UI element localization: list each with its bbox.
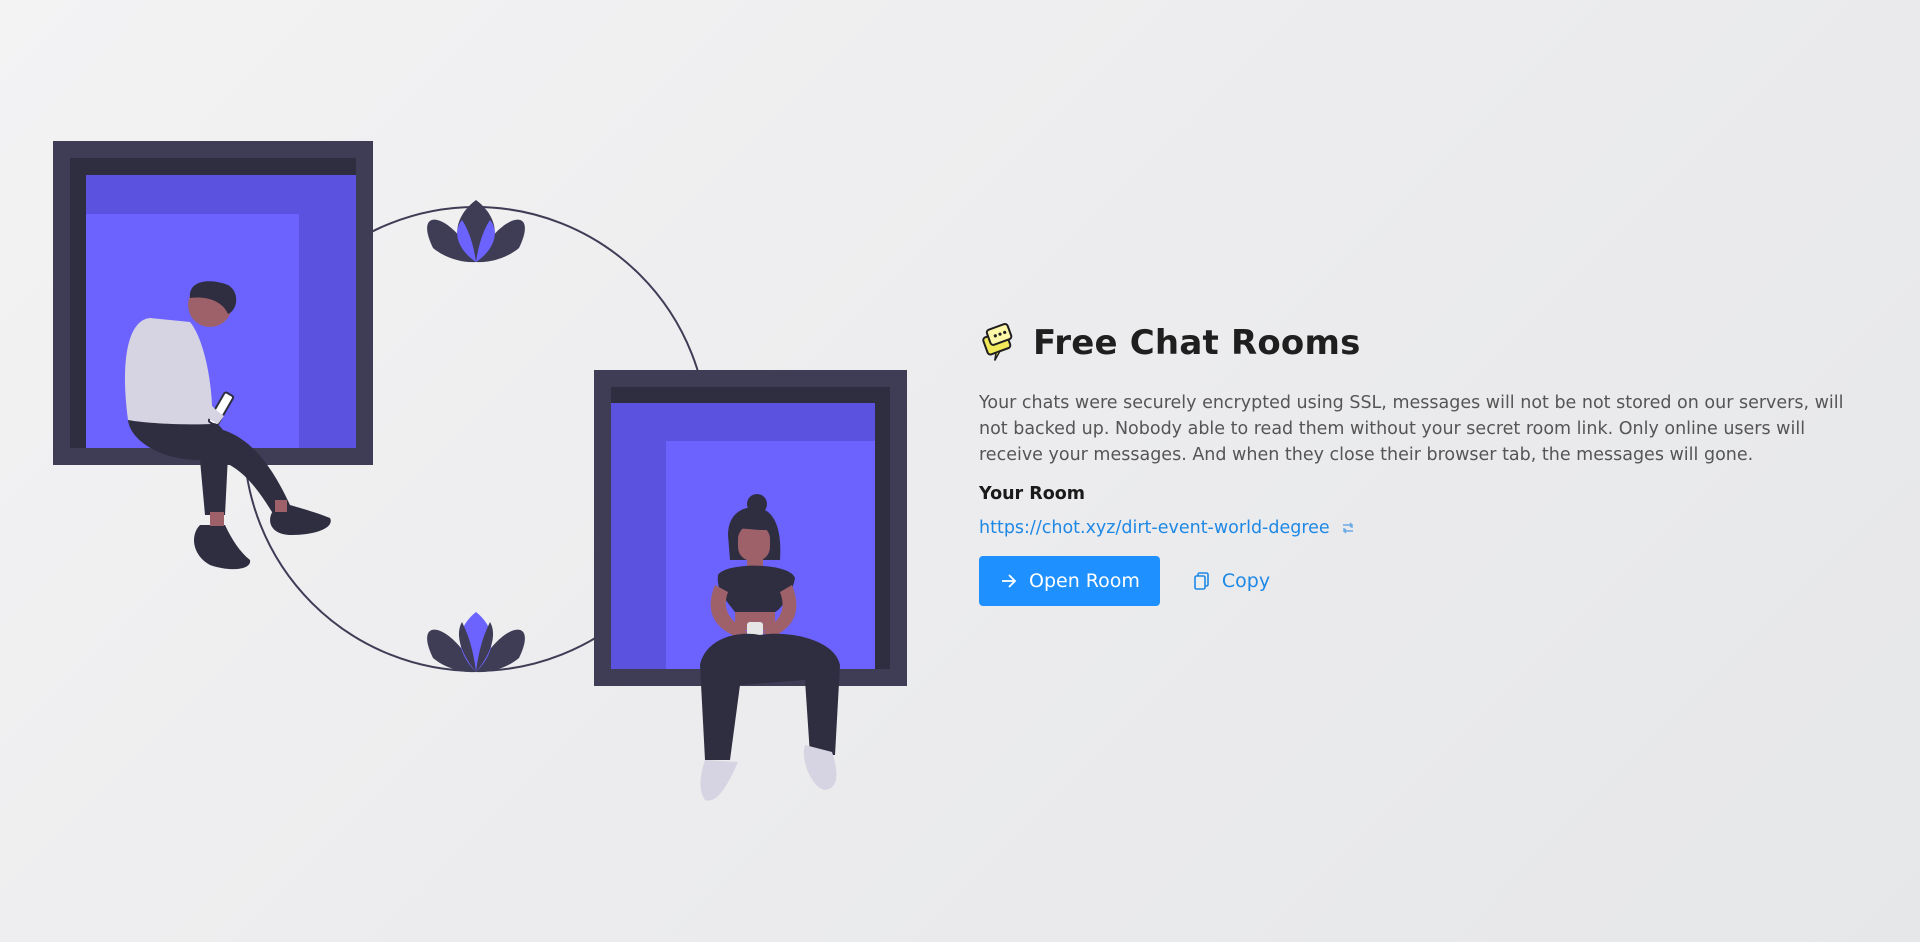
lotus-bottom-icon (427, 612, 525, 673)
copy-icon (1192, 571, 1212, 591)
page-title: Free Chat Rooms (1033, 323, 1361, 363)
arrow-right-icon (999, 571, 1019, 591)
your-room-label: Your Room (979, 484, 1086, 504)
refresh-icon[interactable] (1340, 520, 1356, 536)
title-row: Free Chat Rooms (979, 318, 1879, 368)
copy-button[interactable]: Copy (1184, 556, 1278, 606)
open-room-button[interactable]: Open Room (979, 556, 1160, 606)
content-panel: Free Chat Rooms Your chats were securely… (979, 318, 1879, 606)
open-room-label: Open Room (1029, 570, 1140, 592)
actions-row: Open Room Copy (979, 556, 1879, 606)
room-link-row: https://chot.xyz/dirt-event-world-degree (979, 518, 1879, 538)
copy-label: Copy (1221, 570, 1271, 592)
privacy-description: Your chats were securely encrypted using… (979, 393, 1844, 465)
room-link[interactable]: https://chot.xyz/dirt-event-world-degree (979, 518, 1330, 538)
chat-rooms-logo-icon (979, 323, 1019, 363)
